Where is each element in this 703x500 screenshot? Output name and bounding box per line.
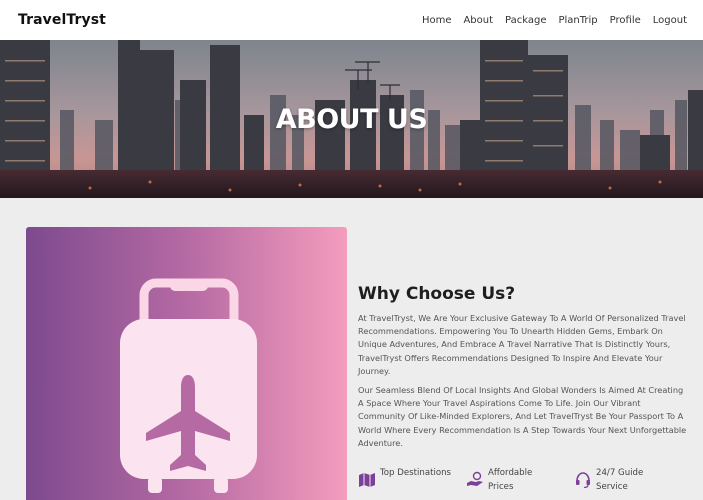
nav-links: Home About Package PlanTrip Profile Logo… xyxy=(422,15,687,26)
features-row: Top Destinations Affordable Prices 24/7 … xyxy=(358,467,698,494)
about-heading: Why Choose Us? xyxy=(358,284,516,304)
about-paragraph-1: At TravelTryst, We Are Your Exclusive Ga… xyxy=(358,313,686,376)
feature-top-destinations: Top Destinations xyxy=(358,467,466,494)
brand-logo[interactable]: TravelTryst xyxy=(18,12,106,28)
nav-link-home[interactable]: Home xyxy=(422,15,452,26)
navbar: TravelTryst Home About Package PlanTrip … xyxy=(0,0,703,40)
suitcase-icon xyxy=(120,278,257,493)
feature-label: 24/7 Guide Service xyxy=(596,468,644,492)
feature-guide-service: 24/7 Guide Service xyxy=(574,467,682,494)
about-section: Why Choose Us? At TravelTryst, We Are Yo… xyxy=(358,284,688,456)
hand-money-icon xyxy=(467,471,483,486)
headset-icon xyxy=(576,472,590,489)
nav-link-about[interactable]: About xyxy=(463,15,493,26)
suitcase-illustration-card xyxy=(26,227,347,500)
nav-link-plantrip[interactable]: PlanTrip xyxy=(559,15,598,26)
nav-link-logout[interactable]: Logout xyxy=(653,15,687,26)
feature-affordable-prices: Affordable Prices xyxy=(466,467,574,494)
about-paragraph-2: Our Seamless Blend Of Local Insights And… xyxy=(358,385,687,448)
hero-title: ABOUT US xyxy=(275,103,428,135)
feature-label: Top Destinations xyxy=(380,468,452,478)
feature-label: Affordable Prices xyxy=(488,468,533,492)
nav-link-package[interactable]: Package xyxy=(505,15,546,26)
nav-link-profile[interactable]: Profile xyxy=(610,15,641,26)
map-icon xyxy=(359,473,375,487)
hero-banner: ABOUT US xyxy=(0,40,703,198)
